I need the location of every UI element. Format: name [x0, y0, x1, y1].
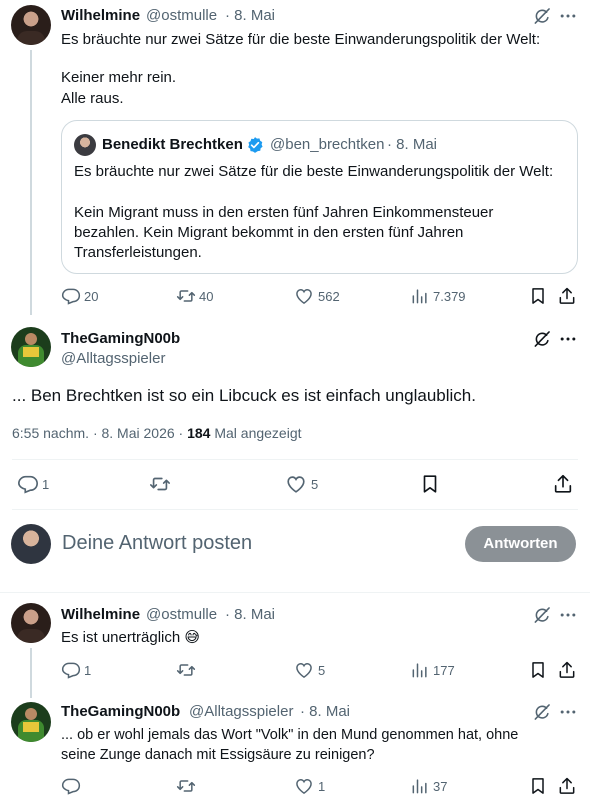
bookmark-icon[interactable] [419, 473, 441, 495]
more-icon[interactable] [558, 329, 578, 349]
like-count: 1 [318, 779, 326, 794]
like-icon[interactable] [294, 660, 314, 680]
reply-icon[interactable] [61, 660, 81, 680]
quote-text-line: Transferleistungen. [74, 244, 202, 261]
views-icon[interactable] [410, 660, 430, 680]
like-count: 562 [318, 289, 340, 304]
divider [0, 592, 590, 593]
quote-text-line: Kein Migrant muss in den ersten fünf Jah… [74, 204, 494, 221]
verified-icon [246, 136, 264, 154]
repost-icon[interactable] [176, 660, 196, 680]
share-icon[interactable] [557, 776, 577, 796]
author-name[interactable]: Wilhelmine [61, 7, 140, 24]
divider [12, 459, 578, 460]
tweet-text-line: Keiner mehr rein. [61, 69, 177, 86]
avatar[interactable] [11, 327, 51, 367]
like-icon[interactable] [285, 473, 307, 495]
thread-line [30, 648, 32, 698]
more-icon[interactable] [558, 605, 578, 625]
like-count: 5 [311, 477, 319, 492]
views-count: 37 [433, 779, 448, 794]
like-icon[interactable] [294, 286, 314, 306]
avatar[interactable] [11, 702, 51, 742]
quote-text-line: bezahlen. Kein Migrant bekommt in den er… [74, 224, 464, 241]
views-number: 184 [187, 425, 211, 441]
like-count: 5 [318, 663, 326, 678]
like-icon[interactable] [294, 776, 314, 796]
share-icon[interactable] [557, 660, 577, 680]
own-avatar[interactable] [11, 524, 51, 564]
tweet-text-line: seine Zunge danach mit Essigsäure zu rei… [61, 747, 375, 763]
avatar[interactable] [11, 5, 51, 45]
author-handle[interactable]: @ostmulle [146, 7, 217, 24]
reply-icon[interactable] [61, 776, 81, 796]
tweet-text-body: Es ist unerträglich [61, 629, 181, 646]
bookmark-icon[interactable] [528, 286, 548, 306]
repost-icon[interactable] [176, 776, 196, 796]
tweet-text-line: Es bräuchte nur zwei Sätze für die beste… [61, 31, 541, 48]
author-handle[interactable]: @Alltagsspieler [189, 703, 293, 720]
author-handle[interactable]: @ostmulle [146, 606, 217, 623]
quoted-tweet[interactable]: Benedikt Brechtken @ben_brechtken · 8. M… [61, 120, 578, 274]
tweet-date[interactable]: · 8. Mai [225, 606, 275, 623]
more-icon[interactable] [558, 702, 578, 722]
reply-count: 1 [84, 663, 92, 678]
grok-icon[interactable] [532, 329, 552, 349]
views-label: Mal angezeigt [210, 425, 302, 441]
share-icon[interactable] [557, 286, 577, 306]
author-name[interactable]: TheGamingN00b [61, 703, 180, 720]
tweet-text: ... Ben Brechtken ist so ein Libcuck es … [12, 386, 476, 405]
tweet-text-line: Alle raus. [61, 90, 124, 107]
reply-count: 20 [84, 289, 99, 304]
repost-icon[interactable] [176, 286, 196, 306]
tweet-date[interactable]: · 8. Mai [225, 7, 275, 24]
quote-date: · 8. Mai [387, 136, 438, 153]
views-count: 7.379 [433, 289, 466, 304]
thread-line [30, 50, 32, 315]
sweat-smile-emoji: 😅 [184, 628, 201, 646]
timestamp-text[interactable]: 6:55 nachm. · 8. Mai 2026 · [12, 425, 187, 441]
author-name[interactable]: Wilhelmine [61, 606, 140, 623]
reply-icon[interactable] [17, 473, 39, 495]
grok-icon[interactable] [532, 6, 552, 26]
tweet-timestamp: 6:55 nachm. · 8. Mai 2026 · 184 Mal ange… [12, 425, 302, 441]
tweet-text-line: ... ob er wohl jemals das Wort "Volk" in… [61, 727, 519, 743]
quote-text-line: Es bräuchte nur zwei Sätze für die beste… [74, 163, 554, 180]
author-handle[interactable]: @Alltagsspieler [61, 350, 165, 367]
repost-count: 40 [199, 289, 214, 304]
reply-count: 1 [42, 477, 50, 492]
repost-icon[interactable] [149, 473, 171, 495]
tweet-date[interactable]: · 8. Mai [300, 703, 350, 720]
more-icon[interactable] [558, 6, 578, 26]
reply-button-label: Antworten [483, 535, 558, 552]
quote-author-name: Benedikt Brechtken [102, 136, 243, 153]
views-icon[interactable] [410, 286, 430, 306]
grok-icon[interactable] [532, 605, 552, 625]
bookmark-icon[interactable] [528, 776, 548, 796]
tweet-text: Es ist unerträglich 😅 [61, 627, 200, 648]
reply-icon[interactable] [61, 286, 81, 306]
avatar[interactable] [74, 134, 96, 156]
author-name[interactable]: TheGamingN00b [61, 330, 180, 347]
share-icon[interactable] [552, 473, 574, 495]
reply-button[interactable]: Antworten [465, 526, 576, 562]
views-icon[interactable] [410, 776, 430, 796]
grok-icon[interactable] [532, 702, 552, 722]
avatar[interactable] [11, 603, 51, 643]
reply-input[interactable]: Deine Antwort posten [62, 532, 252, 555]
quote-author-handle: @ben_brechtken [270, 136, 385, 153]
views-count: 177 [433, 663, 455, 678]
divider [12, 509, 578, 510]
bookmark-icon[interactable] [528, 660, 548, 680]
